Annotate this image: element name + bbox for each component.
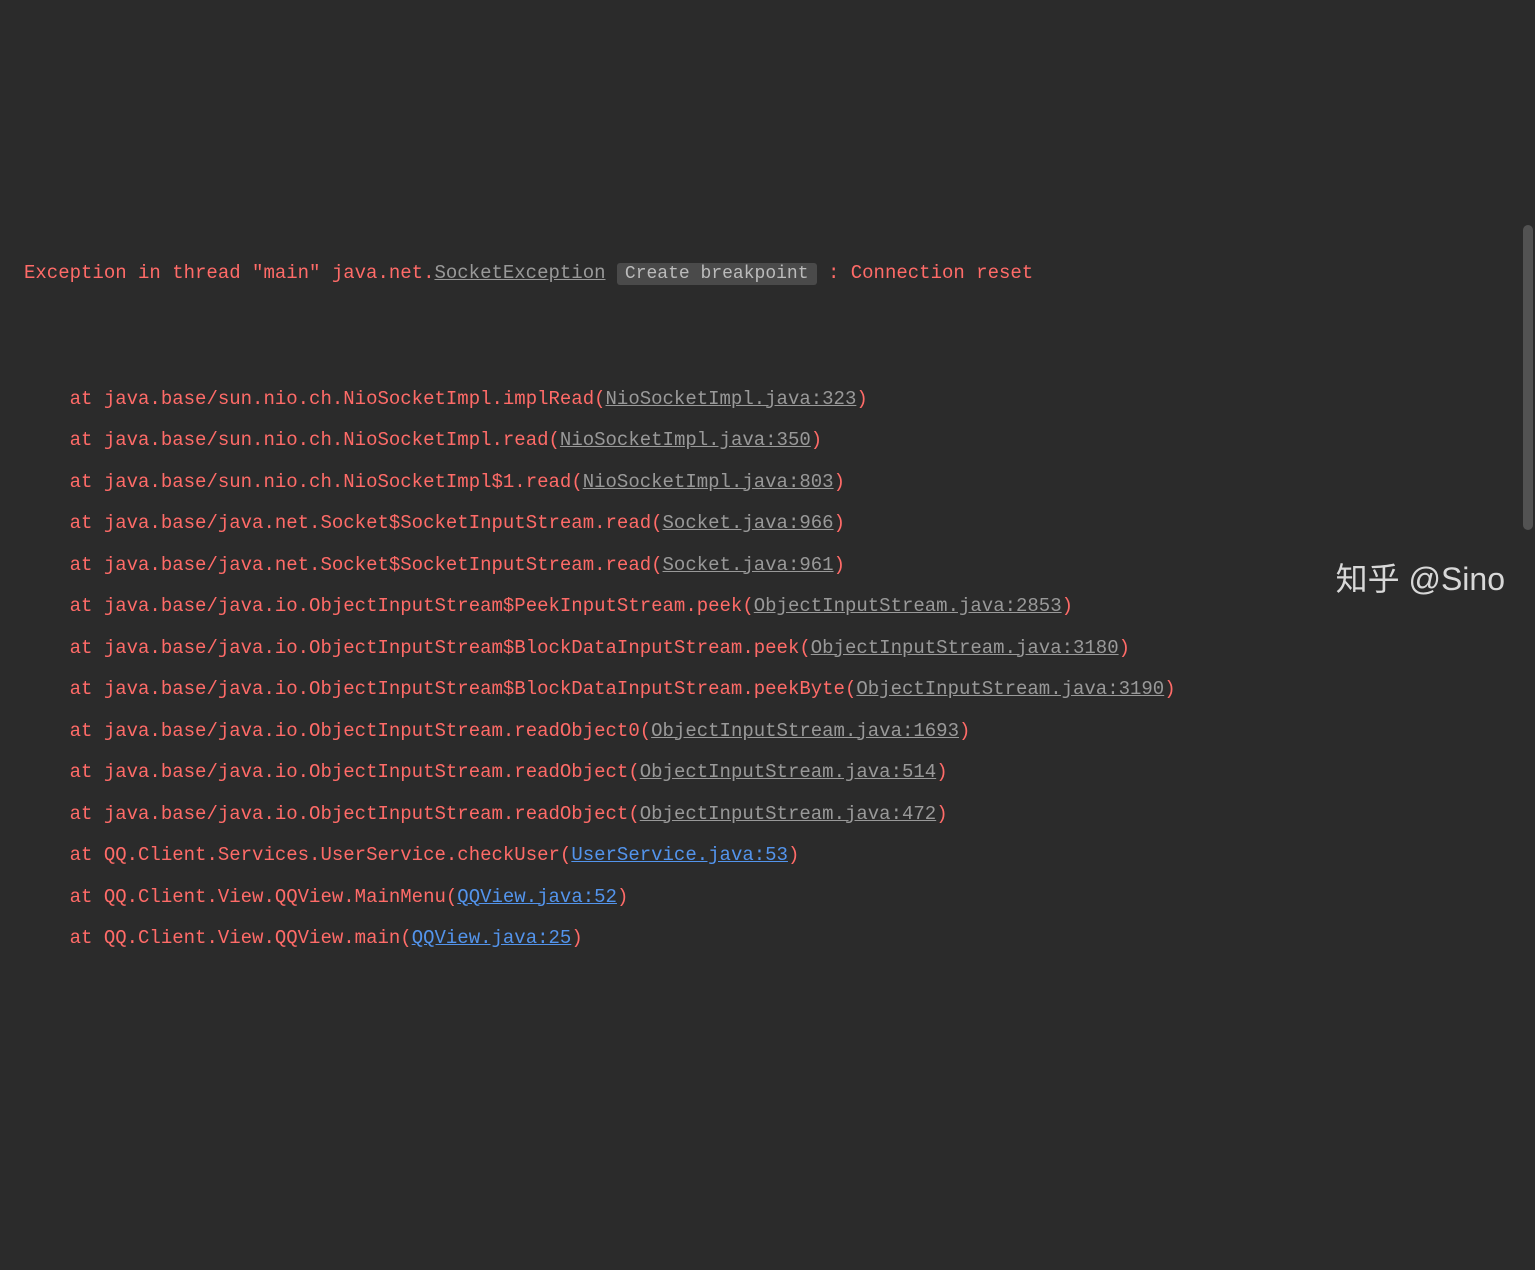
console-output: Exception in thread "main" java.net.Sock…: [0, 170, 1535, 1001]
stack-location: java.base/java.io.ObjectInputStream$Bloc…: [104, 678, 845, 700]
stack-at-prefix: at: [24, 637, 104, 659]
open-paren: (: [628, 761, 639, 783]
source-link[interactable]: QQView.java:52: [457, 886, 617, 908]
close-paren: ): [959, 720, 970, 742]
source-link[interactable]: Socket.java:966: [663, 512, 834, 534]
exception-header: Exception in thread "main" java.net.Sock…: [24, 253, 1535, 296]
open-paren: (: [845, 678, 856, 700]
stack-location: java.base/sun.nio.ch.NioSocketImpl.implR…: [104, 388, 594, 410]
stack-frame: at QQ.Client.Services.UserService.checkU…: [24, 835, 1535, 877]
source-link[interactable]: ObjectInputStream.java:3180: [811, 637, 1119, 659]
close-paren: ): [788, 844, 799, 866]
stack-at-prefix: at: [24, 886, 104, 908]
stack-location: QQ.Client.View.QQView.main: [104, 927, 400, 949]
open-paren: (: [651, 512, 662, 534]
stack-at-prefix: at: [24, 720, 104, 742]
close-paren: ): [617, 886, 628, 908]
open-paren: (: [400, 927, 411, 949]
stack-location: java.base/sun.nio.ch.NioSocketImpl.read: [104, 429, 549, 451]
stack-frame: at java.base/java.io.ObjectInputStream$P…: [24, 586, 1535, 628]
open-paren: (: [742, 595, 753, 617]
stack-at-prefix: at: [24, 388, 104, 410]
stack-location: java.base/java.io.ObjectInputStream.read…: [104, 761, 629, 783]
exception-prefix: Exception in thread "main" java.net.: [24, 262, 434, 284]
stack-location: java.base/java.io.ObjectInputStream.read…: [104, 720, 640, 742]
stack-frame: at java.base/java.io.ObjectInputStream$B…: [24, 669, 1535, 711]
stack-frame: at java.base/sun.nio.ch.NioSocketImpl.re…: [24, 420, 1535, 462]
close-paren: ): [834, 471, 845, 493]
stack-at-prefix: at: [24, 471, 104, 493]
stack-location: java.base/java.net.Socket$SocketInputStr…: [104, 512, 651, 534]
stack-frame: at QQ.Client.View.QQView.main(QQView.jav…: [24, 918, 1535, 960]
open-paren: (: [594, 388, 605, 410]
stack-at-prefix: at: [24, 761, 104, 783]
stack-frame: at java.base/sun.nio.ch.NioSocketImpl.im…: [24, 379, 1535, 421]
close-paren: ): [936, 803, 947, 825]
stack-at-prefix: at: [24, 554, 104, 576]
open-paren: (: [640, 720, 651, 742]
open-paren: (: [446, 886, 457, 908]
stack-frame: at java.base/java.net.Socket$SocketInput…: [24, 503, 1535, 545]
close-paren: ): [856, 388, 867, 410]
stack-at-prefix: at: [24, 844, 104, 866]
close-paren: ): [1164, 678, 1175, 700]
source-link[interactable]: ObjectInputStream.java:514: [640, 761, 936, 783]
vertical-scrollbar[interactable]: [1523, 225, 1533, 530]
close-paren: ): [834, 554, 845, 576]
close-paren: ): [834, 512, 845, 534]
source-link[interactable]: Socket.java:961: [663, 554, 834, 576]
stack-location: java.base/java.net.Socket$SocketInputStr…: [104, 554, 651, 576]
stack-at-prefix: at: [24, 927, 104, 949]
source-link[interactable]: QQView.java:25: [412, 927, 572, 949]
stack-at-prefix: at: [24, 595, 104, 617]
close-paren: ): [1119, 637, 1130, 659]
stack-frame: at java.base/java.io.ObjectInputStream$B…: [24, 628, 1535, 670]
stack-frame: at QQ.Client.View.QQView.MainMenu(QQView…: [24, 877, 1535, 919]
stack-frame: at java.base/sun.nio.ch.NioSocketImpl$1.…: [24, 462, 1535, 504]
stack-location: QQ.Client.View.QQView.MainMenu: [104, 886, 446, 908]
exception-message: : Connection reset: [828, 262, 1033, 284]
stack-at-prefix: at: [24, 803, 104, 825]
create-breakpoint-button[interactable]: Create breakpoint: [617, 263, 817, 285]
stack-location: java.base/sun.nio.ch.NioSocketImpl$1.rea…: [104, 471, 571, 493]
open-paren: (: [628, 803, 639, 825]
close-paren: ): [936, 761, 947, 783]
source-link[interactable]: UserService.java:53: [571, 844, 788, 866]
open-paren: (: [651, 554, 662, 576]
stack-location: java.base/java.io.ObjectInputStream$Peek…: [104, 595, 743, 617]
source-link[interactable]: ObjectInputStream.java:472: [640, 803, 936, 825]
stack-at-prefix: at: [24, 512, 104, 534]
source-link[interactable]: ObjectInputStream.java:1693: [651, 720, 959, 742]
stack-at-prefix: at: [24, 678, 104, 700]
source-link[interactable]: NioSocketImpl.java:323: [606, 388, 857, 410]
exception-class-link[interactable]: SocketException: [434, 262, 605, 284]
open-paren: (: [560, 844, 571, 866]
source-link[interactable]: ObjectInputStream.java:3190: [856, 678, 1164, 700]
open-paren: (: [549, 429, 560, 451]
source-link[interactable]: NioSocketImpl.java:350: [560, 429, 811, 451]
stack-frame: at java.base/java.io.ObjectInputStream.r…: [24, 794, 1535, 836]
stack-frame: at java.base/java.io.ObjectInputStream.r…: [24, 752, 1535, 794]
open-paren: (: [571, 471, 582, 493]
open-paren: (: [799, 637, 810, 659]
stack-location: QQ.Client.Services.UserService.checkUser: [104, 844, 560, 866]
close-paren: ): [811, 429, 822, 451]
stack-location: java.base/java.io.ObjectInputStream$Bloc…: [104, 637, 800, 659]
source-link[interactable]: ObjectInputStream.java:2853: [754, 595, 1062, 617]
stack-location: java.base/java.io.ObjectInputStream.read…: [104, 803, 629, 825]
close-paren: ): [571, 927, 582, 949]
stack-frame: at java.base/java.net.Socket$SocketInput…: [24, 545, 1535, 587]
stack-frame: at java.base/java.io.ObjectInputStream.r…: [24, 711, 1535, 753]
stack-at-prefix: at: [24, 429, 104, 451]
source-link[interactable]: NioSocketImpl.java:803: [583, 471, 834, 493]
close-paren: ): [1062, 595, 1073, 617]
